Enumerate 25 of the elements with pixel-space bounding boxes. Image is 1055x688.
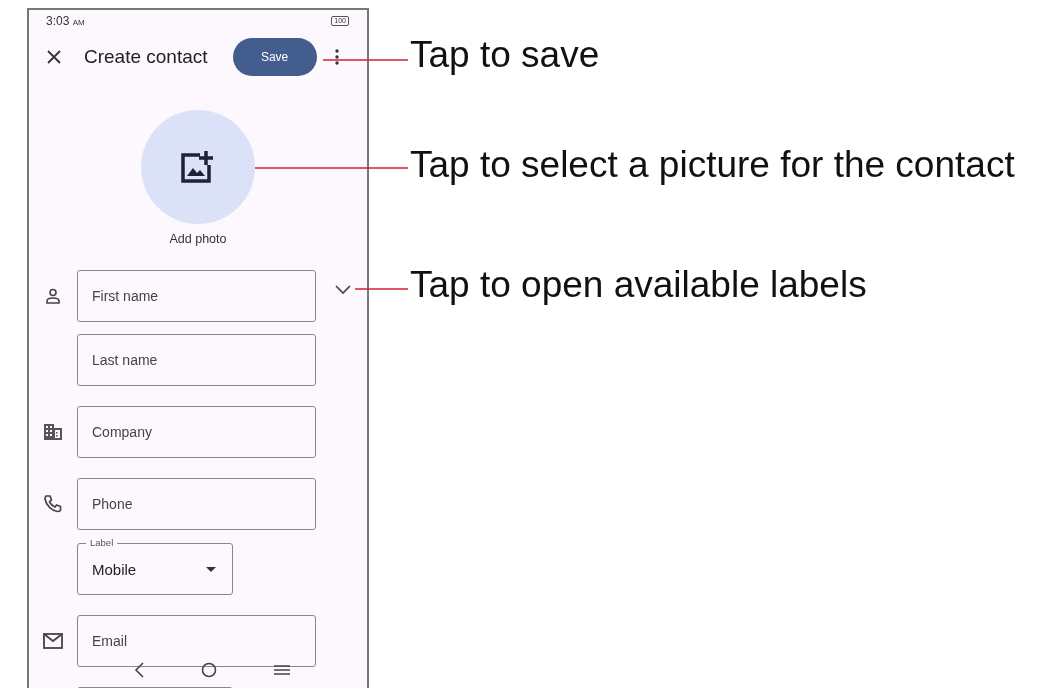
- back-icon[interactable]: [133, 662, 144, 678]
- text-field[interactable]: Phone: [77, 478, 316, 530]
- text-field[interactable]: Company: [77, 406, 316, 458]
- building-icon: [43, 423, 63, 441]
- more-options-icon[interactable]: [334, 49, 339, 65]
- text-field[interactable]: Last name: [77, 334, 316, 386]
- close-icon[interactable]: [46, 49, 62, 65]
- text-field[interactable]: Email: [77, 615, 316, 667]
- status-time: 3:03 AM: [46, 14, 85, 28]
- save-button[interactable]: Save: [232, 38, 317, 76]
- callout-text: Tap to open available labels: [410, 264, 867, 306]
- screen-title: Create contact: [84, 46, 208, 68]
- expand-chevron-icon[interactable]: [335, 285, 351, 294]
- phone-icon: [43, 494, 63, 514]
- callout-text: Tap to save: [410, 34, 600, 76]
- text-field[interactable]: First name: [77, 270, 316, 322]
- leader-line: [354, 288, 409, 290]
- add-image-icon: [180, 150, 216, 184]
- menu-icon[interactable]: [274, 664, 291, 676]
- callout-text: Tap to select a picture for the contact: [410, 144, 1015, 186]
- mail-icon: [43, 633, 63, 649]
- person-icon: [45, 288, 61, 304]
- add-photo-label: Add photo: [169, 232, 227, 246]
- dropdown-arrow-icon: [206, 566, 216, 572]
- home-icon[interactable]: [201, 662, 217, 678]
